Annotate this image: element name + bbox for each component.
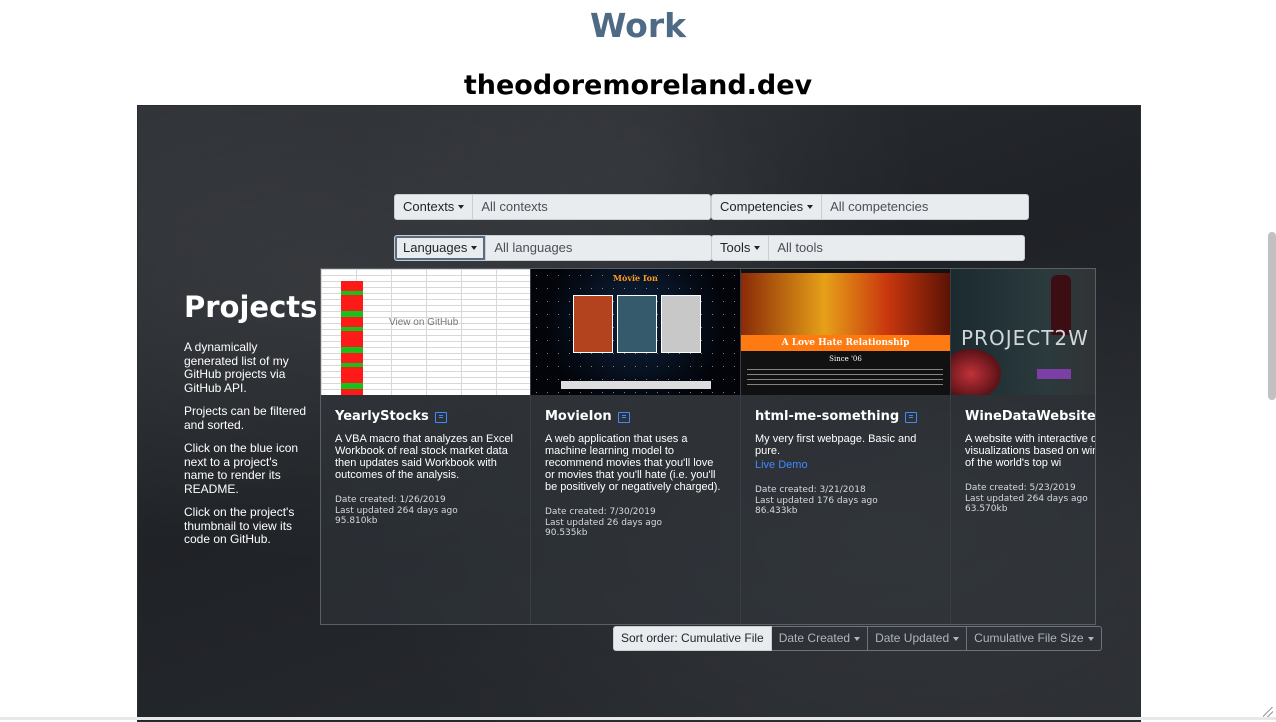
- languages-filter: Languages All languages: [394, 235, 713, 261]
- file-size: 90.535kb: [545, 528, 588, 538]
- sort-option-label: Cumulative File Size: [974, 631, 1084, 645]
- sort-date-updated-button[interactable]: Date Updated: [868, 626, 968, 651]
- chevron-down-icon: [854, 636, 861, 641]
- last-updated: Last updated 264 days ago: [965, 493, 1088, 504]
- project-name: WineDataWebsite: [965, 409, 1096, 424]
- date-created: Date created: 3/21/2018: [755, 485, 866, 495]
- file-size: 63.570kb: [965, 504, 1008, 514]
- project-description: My very first webpage. Basic and pure.: [755, 433, 917, 457]
- sidebar-paragraph: Click on the blue icon next to a project…: [184, 441, 299, 496]
- readme-icon[interactable]: [905, 411, 918, 423]
- sort-option-label: Date Created: [778, 631, 851, 645]
- project-name: MovieIon: [545, 409, 612, 424]
- projects-embed-frame: Contexts All contexts Competencies All c…: [137, 105, 1141, 722]
- project-card: View on GitHub YearlyStocks A VBA macro …: [321, 269, 531, 624]
- sidebar-paragraph: Projects can be filtered and sorted.: [184, 404, 307, 432]
- readme-icon[interactable]: [434, 411, 447, 423]
- project-thumbnail[interactable]: Movie Ion: [531, 269, 740, 395]
- resize-handle-icon[interactable]: [1263, 707, 1273, 717]
- date-created: Date created: 7/30/2019: [545, 507, 656, 517]
- project-card: Movie Ion MovieIon A web application tha…: [531, 269, 741, 624]
- sort-order-button[interactable]: Sort order: Cumulative File: [613, 626, 772, 651]
- last-updated: Last updated 176 days ago: [755, 495, 878, 506]
- date-created: Date created: 1/26/2019: [335, 495, 446, 505]
- sort-toolbar: Sort order: Cumulative File Date Created…: [613, 626, 1102, 651]
- project-description: A VBA macro that analyzes an Excel Workb…: [335, 433, 513, 481]
- live-demo-link[interactable]: Live Demo: [755, 459, 936, 471]
- chevron-down-icon: [458, 205, 465, 209]
- competencies-label: Competencies: [720, 199, 804, 214]
- thumbnail-title: Movie Ion: [613, 273, 658, 283]
- projects-sidebar: Projects A dynamically generated list of…: [184, 289, 318, 557]
- tools-label: Tools: [720, 240, 751, 255]
- project-card: PROJECT2W WineDataWebsite A website with…: [951, 269, 1096, 624]
- date-created: Date created: 5/23/2019: [965, 483, 1076, 493]
- page-title: Work: [589, 6, 687, 45]
- view-on-github-hint: View on GitHub: [389, 317, 459, 328]
- project-description: A web application that uses a machine le…: [545, 433, 721, 493]
- competencies-dropdown-button[interactable]: Competencies: [711, 194, 823, 220]
- contexts-filter: Contexts All contexts: [394, 194, 712, 220]
- thumbnail-banner: A Love Hate Relationship: [741, 335, 950, 351]
- competencies-filter: Competencies All competencies: [711, 194, 1030, 220]
- contexts-dropdown-button[interactable]: Contexts: [394, 194, 474, 220]
- project-thumbnail[interactable]: PROJECT2W: [951, 269, 1095, 395]
- projects-heading: Projects: [184, 290, 318, 324]
- last-updated: Last updated 264 days ago: [335, 505, 458, 516]
- languages-field[interactable]: All languages: [486, 235, 713, 261]
- project-cards-carousel[interactable]: View on GitHub YearlyStocks A VBA macro …: [320, 268, 1096, 625]
- contexts-label: Contexts: [403, 199, 455, 214]
- chevron-down-icon: [1087, 636, 1094, 641]
- tools-dropdown-button[interactable]: Tools: [711, 235, 770, 261]
- project-name: YearlyStocks: [335, 409, 429, 424]
- chevron-down-icon: [807, 205, 814, 209]
- sort-option-label: Date Updated: [875, 631, 950, 645]
- languages-dropdown-button[interactable]: Languages: [394, 235, 487, 261]
- competencies-field[interactable]: All competencies: [822, 194, 1030, 220]
- thumbnail-since: Since '06: [829, 355, 862, 363]
- page-scrollbar[interactable]: [1268, 232, 1276, 400]
- chevron-down-icon: [754, 246, 761, 250]
- project-thumbnail[interactable]: A Love Hate Relationship Since '06: [741, 269, 950, 395]
- tools-field[interactable]: All tools: [769, 235, 1026, 261]
- chevron-down-icon: [953, 636, 960, 641]
- project-name: html-me-something: [755, 409, 900, 424]
- chevron-down-icon: [471, 246, 478, 250]
- sort-date-created-button[interactable]: Date Created: [771, 626, 869, 651]
- project-card: A Love Hate Relationship Since '06 html-…: [741, 269, 951, 624]
- project-description: A website with interactive data visualiz…: [965, 433, 1095, 469]
- last-updated: Last updated 26 days ago: [545, 517, 663, 528]
- file-size: 95.810kb: [335, 516, 378, 526]
- sidebar-paragraph: Click on the project's thumbnail to view…: [184, 505, 295, 546]
- readme-icon[interactable]: [617, 411, 630, 423]
- file-size: 86.433kb: [755, 506, 798, 516]
- thumbnail-text: PROJECT2W: [961, 326, 1089, 350]
- tools-filter: Tools All tools: [711, 235, 1026, 261]
- sort-file-size-button[interactable]: Cumulative File Size: [967, 626, 1102, 651]
- site-name: theodoremoreland.dev: [463, 70, 813, 101]
- project-thumbnail[interactable]: View on GitHub: [321, 269, 530, 395]
- contexts-field[interactable]: All contexts: [473, 194, 712, 220]
- sidebar-paragraph: A dynamically generated list of my GitHu…: [184, 340, 289, 395]
- languages-label: Languages: [403, 240, 468, 255]
